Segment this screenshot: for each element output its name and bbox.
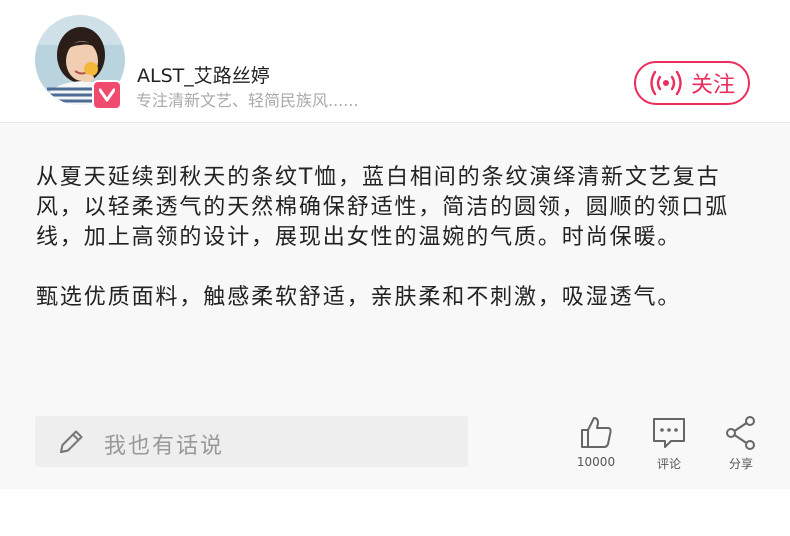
- like-button[interactable]: 10000: [566, 415, 626, 469]
- comment-input[interactable]: 我也有话说: [35, 416, 468, 467]
- pencil-icon: [60, 430, 83, 453]
- thumbs-up-icon: [581, 417, 612, 448]
- article-paragraph: 甄选优质面料，触感柔软舒适，亲肤柔和不刺激，吸湿透气。: [36, 285, 682, 310]
- follow-button[interactable]: 关注: [634, 61, 750, 105]
- article-paragraph: 从夏天延续到秋天的条纹T恤，蓝白相间的条纹演绎清新文艺复古风，以轻柔透气的天然棉…: [36, 165, 730, 250]
- comment-icon: [653, 418, 685, 448]
- author-name[interactable]: ALST_艾路丝婷: [137, 61, 270, 88]
- author-bio: 专注清新文艺、轻简民族风......: [136, 91, 359, 110]
- like-count: 10000: [576, 455, 616, 469]
- v-verified-icon: [99, 88, 115, 102]
- comment-button[interactable]: 评论: [639, 415, 699, 472]
- author-header: ALST_艾路丝婷 专注清新文艺、轻简民族风...... 关注: [0, 0, 790, 123]
- article-section: 从夏天延续到秋天的条纹T恤，蓝白相间的条纹演绎清新文艺复古风，以轻柔透气的天然棉…: [0, 123, 790, 489]
- share-icon: [726, 416, 755, 450]
- article-content: 从夏天延续到秋天的条纹T恤，蓝白相间的条纹演绎清新文艺复古风，以轻柔透气的天然棉…: [36, 163, 758, 313]
- follow-label: 关注: [690, 73, 735, 98]
- comment-placeholder: 我也有话说: [104, 434, 225, 459]
- verified-badge: [92, 80, 122, 110]
- share-button[interactable]: 分享: [711, 415, 771, 472]
- broadcast-icon: [650, 70, 682, 96]
- share-label: 分享: [728, 457, 753, 471]
- comment-label: 评论: [656, 457, 681, 471]
